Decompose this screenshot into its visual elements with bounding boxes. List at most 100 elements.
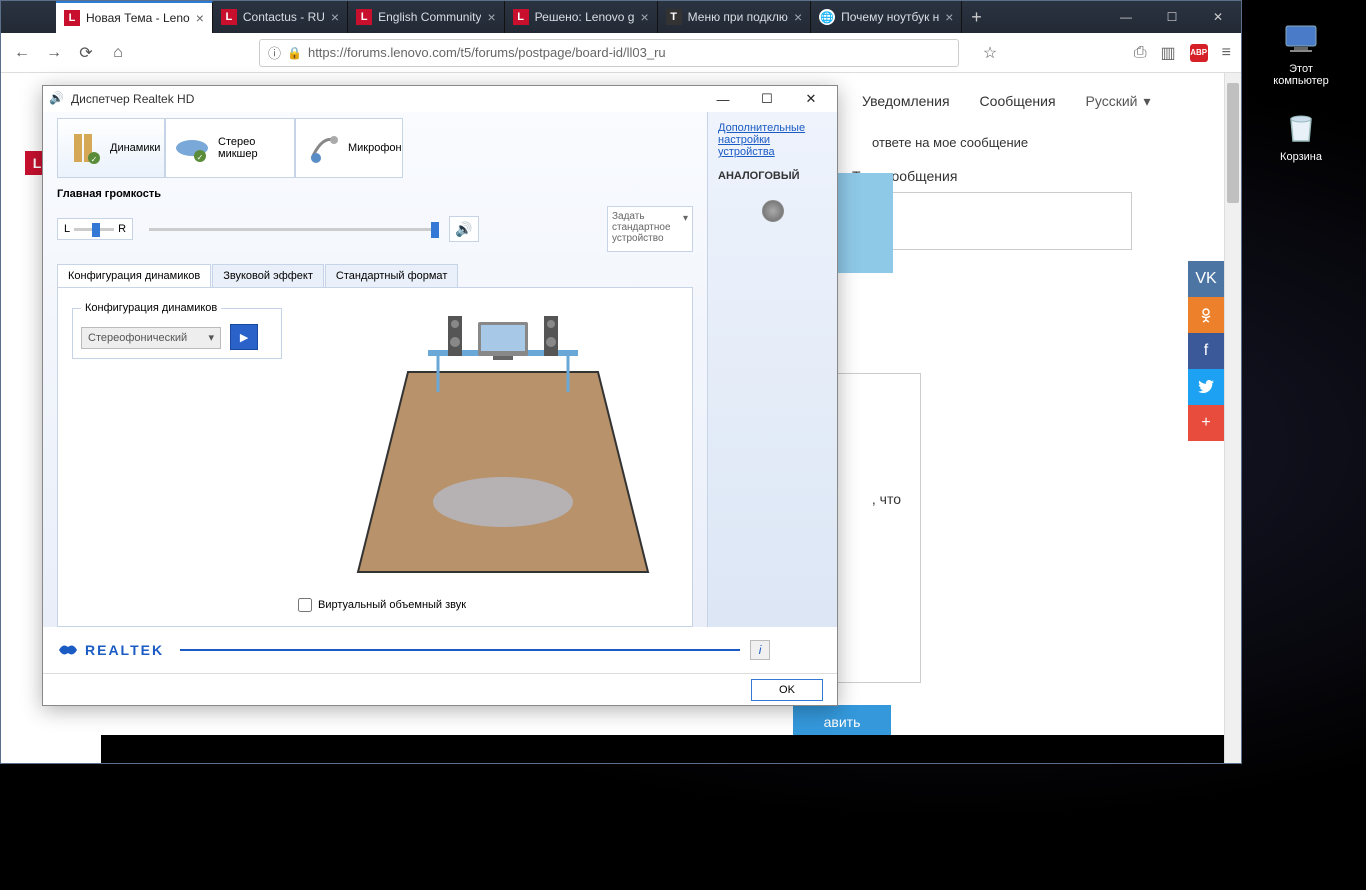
back-button[interactable]: ← (11, 42, 33, 64)
mixer-icon: ✓ (172, 128, 212, 168)
config-tab-speakers[interactable]: Конфигурация динамиков (57, 264, 211, 288)
tab-3[interactable]: LРешено: Lenovo g× (505, 1, 658, 33)
device-tab-label: Динамики (110, 142, 160, 154)
close-button[interactable]: ✕ (1195, 1, 1241, 33)
notifications-link[interactable]: Уведомления (862, 93, 950, 109)
chevron-down-icon: ▾ (1143, 93, 1150, 110)
device-tab-speakers[interactable]: ✓Динамики (57, 118, 165, 178)
tags-label: Теги сообщения (852, 168, 1224, 184)
config-panel: Конфигурация динамиков Стереофонический▾… (57, 287, 693, 627)
reload-button[interactable]: ⟳ (75, 42, 97, 64)
tab-0[interactable]: LНовая Тема - Leno× (56, 1, 213, 33)
balance-control[interactable]: L R (57, 218, 133, 240)
tab-2[interactable]: LEnglish Community× (348, 1, 505, 33)
tab-label: Решено: Lenovo g (535, 10, 635, 24)
tab-label: English Community (378, 10, 481, 24)
close-icon[interactable]: × (487, 9, 495, 25)
url-text: https://forums.lenovo.com/t5/forums/post… (308, 45, 666, 60)
tab-5[interactable]: 🌐Почему ноутбук н× (811, 1, 962, 33)
trash-label: Корзина (1264, 151, 1338, 163)
analog-label: АНАЛОГОВЫЙ (718, 170, 827, 182)
balance-thumb[interactable] (92, 223, 100, 237)
star-icon[interactable]: ☆ (979, 42, 1001, 64)
dialog-titlebar: 🔊 Диспетчер Realtek HD — ☐ ✕ (43, 86, 837, 112)
device-tab-label: Микрофон (348, 142, 402, 154)
scrollbar[interactable] (1224, 73, 1241, 763)
close-icon[interactable]: × (196, 10, 204, 26)
messages-link[interactable]: Сообщения (980, 93, 1056, 109)
extra-settings-link[interactable]: Дополнительные настройки устройства (718, 122, 827, 158)
tab-label: Contactus - RU (243, 10, 325, 24)
trash-icon (1280, 106, 1322, 148)
submit-button[interactable]: авить (793, 705, 891, 739)
social-share: VK f + (1188, 261, 1224, 441)
dialog-close-button[interactable]: ✕ (789, 86, 833, 112)
desktop-icon-computer[interactable]: Этот компьютер (1264, 18, 1338, 87)
dialog-maximize-button[interactable]: ☐ (745, 86, 789, 112)
forward-button[interactable]: → (43, 42, 65, 64)
config-tabs: Конфигурация динамиков Звуковой эффект С… (57, 264, 693, 288)
ok-button[interactable] (1188, 297, 1224, 333)
fieldset-legend: Конфигурация динамиков (81, 302, 221, 314)
volume-slider[interactable] (149, 228, 439, 231)
more-button[interactable]: + (1188, 405, 1224, 441)
tab-label: Почему ноутбук н (841, 10, 939, 24)
url-input[interactable]: ⓘ 🔒 https://forums.lenovo.com/t5/forums/… (259, 39, 959, 67)
tab-1[interactable]: LContactus - RU× (213, 1, 348, 33)
tab-strip: LНовая Тема - Leno× LContactus - RU× LEn… (1, 1, 1103, 33)
device-tab-label: Стерео микшер (218, 136, 288, 160)
set-default-button[interactable]: Задать стандартное устройство (607, 206, 693, 252)
tags-input[interactable] (852, 192, 1132, 250)
config-tab-effects[interactable]: Звуковой эффект (212, 264, 324, 288)
dialog-title: Диспетчер Realtek HD (71, 92, 194, 106)
language-select[interactable]: Русский▾ (1086, 93, 1151, 110)
mute-button[interactable]: 🔊 (449, 216, 479, 242)
lock-icon: 🔒 (287, 46, 302, 60)
favicon-lenovo-icon: L (64, 10, 80, 26)
twitter-button[interactable] (1188, 369, 1224, 405)
device-tabs: ✓Динамики ✓ Стерео микшер Микрофон (57, 118, 693, 178)
analog-port-icon[interactable] (762, 200, 784, 222)
page-footer (101, 735, 1224, 763)
close-icon[interactable]: × (640, 9, 648, 25)
checkbox-label: Виртуальный объемный звук (318, 599, 466, 611)
close-icon[interactable]: × (331, 9, 339, 25)
close-icon[interactable]: × (945, 9, 953, 25)
realtek-dialog: 🔊 Диспетчер Realtek HD — ☐ ✕ ✓Динамики ✓… (42, 85, 838, 706)
tab-4[interactable]: TМеню при подклю× (658, 1, 811, 33)
computer-icon (1280, 18, 1322, 60)
balance-track (74, 228, 114, 231)
abp-icon[interactable]: ABP (1190, 44, 1208, 62)
sidebar-icon[interactable]: ▥ (1161, 43, 1176, 63)
favicon-t-icon: T (666, 9, 682, 25)
close-icon[interactable]: × (794, 9, 802, 25)
browser-titlebar: LНовая Тема - Leno× LContactus - RU× LEn… (1, 1, 1241, 33)
info-icon: ⓘ (268, 43, 281, 62)
svg-text:✓: ✓ (197, 153, 204, 162)
new-tab-button[interactable]: + (962, 1, 990, 33)
facebook-button[interactable]: f (1188, 333, 1224, 369)
desktop-icon-trash[interactable]: Корзина (1264, 106, 1338, 163)
maximize-button[interactable]: ☐ (1149, 1, 1195, 33)
menu-icon[interactable]: ≡ (1222, 44, 1231, 62)
minimize-button[interactable]: — (1103, 1, 1149, 33)
library-icon[interactable]: ⎙ (1134, 44, 1147, 62)
play-button[interactable]: ▶ (230, 324, 258, 350)
main-volume-label: Главная громкость (57, 188, 693, 200)
dialog-minimize-button[interactable]: — (701, 86, 745, 112)
vk-button[interactable]: VK (1188, 261, 1224, 297)
home-button[interactable]: ⌂ (107, 42, 129, 64)
device-tab-mic[interactable]: Микрофон (295, 118, 403, 178)
config-tab-format[interactable]: Стандартный формат (325, 264, 458, 288)
speaker-config-select[interactable]: Стереофонический▾ (81, 327, 221, 349)
ok-button[interactable]: OK (751, 679, 823, 701)
device-tab-mixer[interactable]: ✓ Стерео микшер (165, 118, 295, 178)
info-button[interactable]: i (750, 640, 770, 660)
virtual-surround-checkbox[interactable]: Виртуальный объемный звук (298, 598, 466, 612)
volume-thumb[interactable] (431, 222, 439, 238)
realtek-crab-icon (57, 641, 79, 659)
checkbox[interactable] (298, 598, 312, 612)
scroll-thumb[interactable] (1227, 83, 1239, 203)
window-controls: — ☐ ✕ (1103, 1, 1241, 33)
computer-label: Этот компьютер (1264, 63, 1338, 87)
